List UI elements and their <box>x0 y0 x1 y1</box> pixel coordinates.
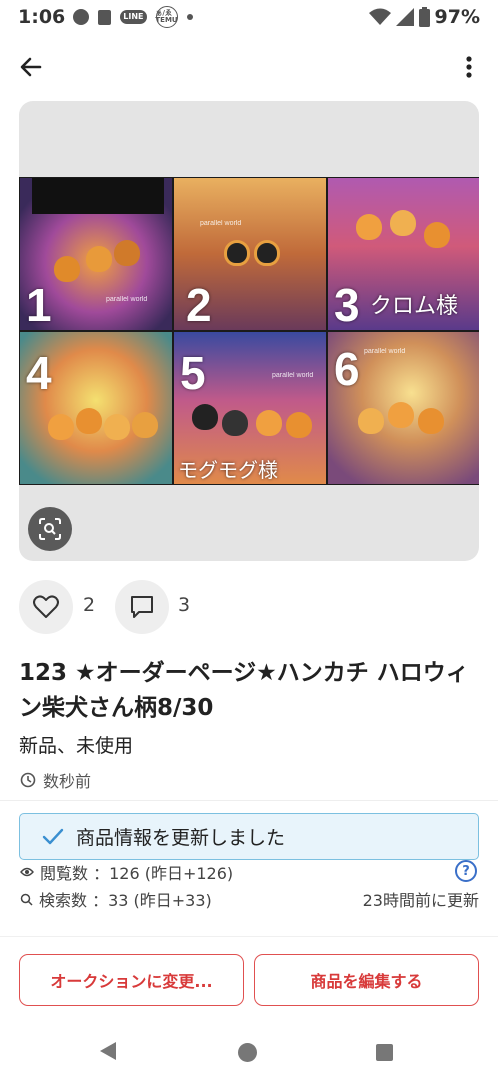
dog-figure <box>358 408 384 434</box>
toast-message: 商品情報を更新しました <box>76 827 286 849</box>
dog-figure <box>356 214 382 240</box>
redaction-bar <box>32 178 164 214</box>
clock-icon <box>20 772 36 788</box>
more-vert-icon <box>466 56 472 78</box>
tile-watermark: parallel world <box>272 372 314 379</box>
product-title: 123 ★オーダーページ★ハンカチ ハロウィン柴犬さん柄8/30 <box>19 660 469 721</box>
dog-figure <box>254 240 280 266</box>
dog-figure <box>76 408 102 434</box>
dog-figure <box>54 256 80 282</box>
dog-figure <box>286 412 312 438</box>
posted-time: 数秒前 <box>20 768 91 792</box>
status-time: 1:06 <box>18 6 66 28</box>
tile-number: 6 <box>334 343 360 395</box>
search-stats-text: 検索数 ：33 (昨日+33) <box>39 891 212 910</box>
edit-item-button[interactable]: 商品を編集する <box>254 954 479 1006</box>
battery-icon <box>418 7 430 27</box>
search-stats: 検索数 ：33 (昨日+33) <box>20 887 212 911</box>
comment-button[interactable] <box>115 580 169 634</box>
dog-figure <box>104 414 130 440</box>
view-stats-text: 閲覧数 ：126 (昨日+126) <box>40 864 234 883</box>
posted-time-text: 数秒前 <box>43 772 92 791</box>
lens-scan-icon <box>39 518 61 540</box>
change-to-auction-button[interactable]: オークションに変更... <box>19 954 244 1006</box>
nav-home-icon[interactable] <box>238 1043 257 1062</box>
notification-icons: LINE ぁ/ゑ TEMU <box>73 6 193 28</box>
more-notifications-dot-icon <box>186 14 193 20</box>
lens-scan-button[interactable] <box>28 507 72 551</box>
dog-figure <box>256 410 282 436</box>
heart-icon <box>33 595 59 618</box>
line-app-icon: LINE <box>120 10 147 24</box>
updated-time: 23時間前に更新 <box>362 891 479 910</box>
dog-figure <box>86 246 112 272</box>
dog-figure <box>114 240 140 266</box>
dog-figure <box>418 408 444 434</box>
check-icon <box>42 828 64 844</box>
dog-figure <box>224 240 250 266</box>
comment-icon <box>131 596 153 618</box>
dog-figure <box>222 410 248 436</box>
comment-count: 3 <box>178 594 191 616</box>
like-button[interactable] <box>19 580 73 634</box>
search-icon <box>20 893 33 906</box>
divider <box>0 800 498 801</box>
tile-customer-name: モグモグ様 <box>178 458 278 482</box>
dog-figure <box>132 412 158 438</box>
image-tile-6: parallel world 6 <box>328 332 479 484</box>
status-bar: 1:06 LINE ぁ/ゑ TEMU 97% <box>0 0 498 34</box>
dog-figure <box>388 402 414 428</box>
nav-recents-icon[interactable] <box>376 1044 393 1061</box>
facebook-icon <box>73 9 90 25</box>
tile-number: 4 <box>26 347 52 399</box>
tile-number: 5 <box>180 347 206 399</box>
tile-watermark: parallel world <box>106 296 148 303</box>
nav-back-icon[interactable] <box>100 1042 116 1060</box>
tile-customer-name: クロム様 <box>370 294 459 319</box>
image-tile-4: 4 <box>20 332 172 484</box>
image-tile-5: parallel world 5 モグモグ様 <box>174 332 326 484</box>
dog-figure <box>192 404 218 430</box>
update-success-toast: 商品情報を更新しました <box>19 813 479 860</box>
more-options-button[interactable] <box>456 52 482 82</box>
battery-percent: 97% <box>434 6 480 28</box>
product-image[interactable]: parallel world 1 parallel world 2 3 クロム様… <box>19 177 479 485</box>
dog-figure <box>424 222 450 248</box>
wifi-icon <box>368 8 391 25</box>
dog-figure <box>48 414 74 440</box>
status-right: 97% <box>368 6 480 28</box>
like-count: 2 <box>83 594 96 616</box>
back-arrow-icon <box>20 57 42 77</box>
view-stats: 閲覧数 ：126 (昨日+126) <box>20 860 233 884</box>
news-app-icon <box>98 9 112 25</box>
image-tile-1: parallel world 1 <box>20 178 172 330</box>
tile-watermark: parallel world <box>200 220 242 227</box>
tile-watermark: parallel world <box>364 348 406 355</box>
tile-number: 1 <box>26 279 52 330</box>
product-condition: 新品、未使用 <box>19 735 134 757</box>
tile-number: 3 <box>334 279 360 330</box>
back-button[interactable] <box>16 52 46 82</box>
image-tile-3: 3 クロム様 <box>328 178 479 330</box>
help-icon[interactable]: ? <box>455 860 477 882</box>
tile-number: 2 <box>186 279 212 330</box>
signal-icon <box>395 8 414 26</box>
dog-figure <box>390 210 416 236</box>
eye-icon <box>20 867 34 877</box>
image-tile-2: parallel world 2 <box>174 178 326 330</box>
product-image-card[interactable]: parallel world 1 parallel world 2 3 クロム様… <box>19 101 479 561</box>
temu-app-icon: ぁ/ゑ TEMU <box>155 6 178 28</box>
